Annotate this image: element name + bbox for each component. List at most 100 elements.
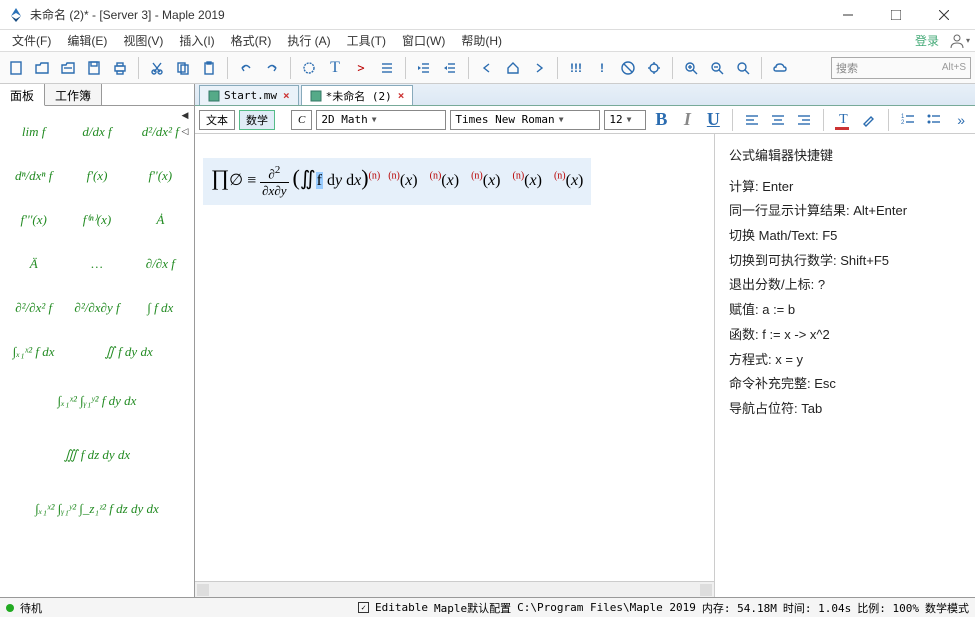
palette-addot[interactable]: Ä bbox=[4, 244, 63, 284]
menu-insert[interactable]: 插入(I) bbox=[171, 30, 222, 51]
maximize-button[interactable] bbox=[873, 0, 919, 30]
undo-icon[interactable] bbox=[234, 56, 258, 80]
math-mode-button[interactable]: 数学 bbox=[239, 110, 275, 130]
palette-tplint[interactable]: ∭ f dz dy dx bbox=[4, 430, 190, 480]
worksheet-hscrollbar[interactable] bbox=[195, 581, 714, 597]
palette-partial2xy[interactable]: ∂²/∂x∂y f bbox=[67, 288, 126, 328]
paste-icon[interactable] bbox=[197, 56, 221, 80]
underline-button[interactable]: U bbox=[702, 109, 724, 130]
subsection-icon[interactable] bbox=[375, 56, 399, 80]
align-center-icon[interactable] bbox=[767, 109, 789, 131]
palette-partial2x[interactable]: ∂²/∂x² f bbox=[4, 288, 63, 328]
back-icon[interactable] bbox=[475, 56, 499, 80]
minimize-button[interactable] bbox=[825, 0, 871, 30]
document-tab-bar: Start.mw × *未命名 (2) × bbox=[195, 84, 975, 106]
palette-dots[interactable]: … bbox=[67, 244, 126, 284]
numbered-list-icon[interactable]: 12 bbox=[897, 109, 919, 131]
font-size-select[interactable]: 12▼ bbox=[604, 110, 646, 130]
menu-view[interactable]: 视图(V) bbox=[115, 30, 171, 51]
highlight-icon[interactable] bbox=[858, 109, 880, 131]
style-c-button[interactable]: C bbox=[291, 110, 312, 130]
help-line: 命令补充完整: Esc bbox=[729, 372, 961, 397]
panel-tab-workbook[interactable]: 工作簿 bbox=[45, 84, 102, 105]
prompt-icon[interactable]: > bbox=[349, 56, 373, 80]
help-line: 赋值: a := b bbox=[729, 298, 961, 323]
palette-collapse-icon[interactable]: ◀ bbox=[178, 108, 192, 122]
user-icon[interactable]: ▾ bbox=[947, 29, 971, 53]
italic-button[interactable]: I bbox=[676, 109, 698, 130]
status-scale: 比例: 100% bbox=[857, 600, 919, 616]
cut-icon[interactable] bbox=[145, 56, 169, 80]
panel-tab-palette[interactable]: 面板 bbox=[0, 84, 45, 106]
palette-fdprime[interactable]: f''(x) bbox=[131, 156, 190, 196]
close-tab-icon[interactable]: × bbox=[398, 89, 405, 102]
main-toolbar: T > !!! ! 搜索 Alt+S bbox=[0, 52, 975, 84]
paragraph-style-select[interactable]: 2D Math▼ bbox=[316, 110, 446, 130]
palette-int[interactable]: ∫ f dx bbox=[131, 288, 190, 328]
worksheet-area[interactable]: ∏∅ ≡ ∂2 ∂x∂y (∬f dy dx)(n) (n)(x) (n)(x)… bbox=[195, 134, 715, 597]
zoom-out-icon[interactable] bbox=[705, 56, 729, 80]
status-time: 时间: 1.04s bbox=[783, 600, 851, 616]
redo-icon[interactable] bbox=[260, 56, 284, 80]
text-t-icon[interactable]: T bbox=[323, 56, 347, 80]
palette-adot[interactable]: Ȧ bbox=[131, 200, 190, 240]
open2-icon[interactable] bbox=[56, 56, 80, 80]
home-icon[interactable] bbox=[501, 56, 525, 80]
align-right-icon[interactable] bbox=[793, 109, 815, 131]
new-doc-icon[interactable] bbox=[4, 56, 28, 80]
indent-out-icon[interactable] bbox=[412, 56, 436, 80]
palette-partial[interactable]: ∂/∂x f bbox=[131, 244, 190, 284]
bullet-list-icon[interactable] bbox=[923, 109, 945, 131]
exec-icon[interactable]: ! bbox=[590, 56, 614, 80]
palette-limit[interactable]: lim f bbox=[4, 112, 63, 152]
menu-format[interactable]: 格式(R) bbox=[223, 30, 280, 51]
close-button[interactable] bbox=[921, 0, 967, 30]
section-icon[interactable] bbox=[297, 56, 321, 80]
zoom-reset-icon[interactable] bbox=[731, 56, 755, 80]
login-link[interactable]: 登录 bbox=[915, 32, 939, 49]
palette-prev-icon[interactable]: ◁ bbox=[178, 124, 192, 138]
save-icon[interactable] bbox=[82, 56, 106, 80]
palette-dbldefint[interactable]: ∫ₓ₁ˣ² ∫ᵧ₁ʸ² f dy dx bbox=[4, 376, 190, 426]
menu-edit[interactable]: 编辑(E) bbox=[59, 30, 115, 51]
cloud-icon[interactable] bbox=[768, 56, 792, 80]
doc-tab-untitled[interactable]: *未命名 (2) × bbox=[301, 85, 414, 105]
menu-window[interactable]: 窗口(W) bbox=[394, 30, 453, 51]
search-placeholder: 搜索 bbox=[836, 60, 858, 76]
palette-fprime[interactable]: f'(x) bbox=[67, 156, 126, 196]
exec-all-icon[interactable]: !!! bbox=[564, 56, 588, 80]
context-help-panel: 公式编辑器快捷键 计算: Enter 同一行显示计算结果: Alt+Enter … bbox=[715, 134, 975, 597]
palette-tpldefint[interactable]: ∫ₓ₁ˣ² ∫ᵧ₁ʸ² ∫_z₁ᶻ² f dz dy dx bbox=[4, 484, 190, 534]
doc-tab-start[interactable]: Start.mw × bbox=[199, 85, 299, 105]
print-icon[interactable] bbox=[108, 56, 132, 80]
font-select[interactable]: Times New Roman▼ bbox=[450, 110, 600, 130]
toolbar-overflow-icon[interactable]: » bbox=[957, 112, 971, 128]
palette-defint[interactable]: ∫ₓ₁ˣ² f dx bbox=[4, 332, 63, 372]
palette-ftprime[interactable]: f'''(x) bbox=[4, 200, 63, 240]
menu-tools[interactable]: 工具(T) bbox=[339, 30, 394, 51]
math-input-block[interactable]: ∏∅ ≡ ∂2 ∂x∂y (∬f dy dx)(n) (n)(x) (n)(x)… bbox=[203, 158, 591, 205]
menu-file[interactable]: 文件(F) bbox=[4, 30, 59, 51]
help-line: 切换到可执行数学: Shift+F5 bbox=[729, 249, 961, 274]
menu-help[interactable]: 帮助(H) bbox=[453, 30, 510, 51]
zoom-in-icon[interactable] bbox=[679, 56, 703, 80]
font-color-icon[interactable]: T bbox=[832, 109, 854, 131]
editable-checkbox[interactable]: ✓ bbox=[358, 602, 369, 613]
align-left-icon[interactable] bbox=[741, 109, 763, 131]
copy-icon[interactable] bbox=[171, 56, 195, 80]
forward-icon[interactable] bbox=[527, 56, 551, 80]
palette-fn[interactable]: f⁽ⁿ⁾(x) bbox=[67, 200, 126, 240]
stop-icon[interactable] bbox=[616, 56, 640, 80]
bold-button[interactable]: B bbox=[650, 109, 672, 130]
close-tab-icon[interactable]: × bbox=[283, 89, 290, 102]
text-mode-button[interactable]: 文本 bbox=[199, 110, 235, 130]
palette-dndxn[interactable]: dⁿ/dxⁿ f bbox=[4, 156, 63, 196]
open-icon[interactable] bbox=[30, 56, 54, 80]
debug-icon[interactable] bbox=[642, 56, 666, 80]
doc-icon bbox=[310, 90, 322, 102]
menu-execute[interactable]: 执行 (A) bbox=[279, 30, 338, 51]
palette-ddx[interactable]: d/dx f bbox=[67, 112, 126, 152]
search-box[interactable]: 搜索 Alt+S bbox=[831, 57, 971, 79]
indent-in-icon[interactable] bbox=[438, 56, 462, 80]
palette-dblint[interactable]: ∬ f dy dx bbox=[67, 332, 190, 372]
